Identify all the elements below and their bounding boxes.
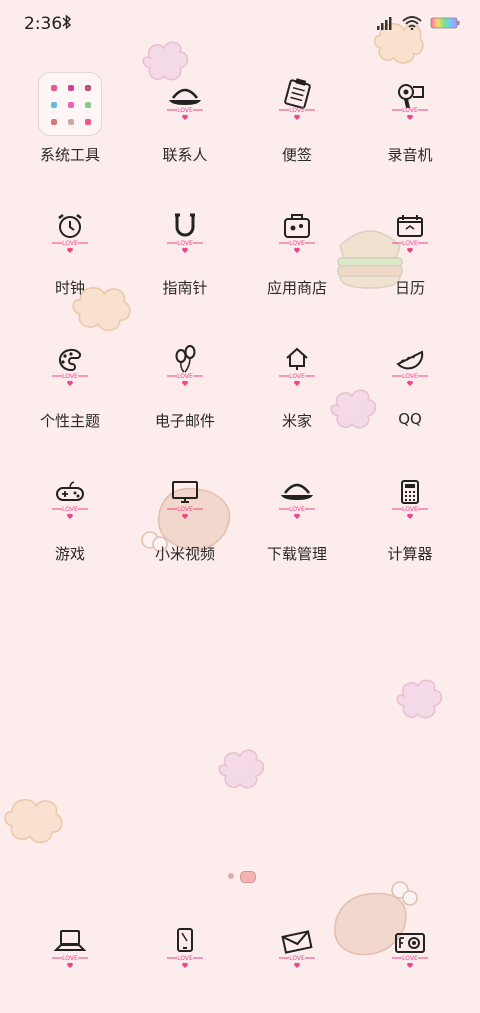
app-mijia[interactable]: LOVE 米家 xyxy=(237,338,357,448)
magnet-icon: LOVE xyxy=(167,213,203,253)
page-indicator[interactable] xyxy=(0,870,480,883)
app-recorder[interactable]: LOVE 录音机 xyxy=(350,72,470,182)
watermelon-icon: LOVE xyxy=(392,350,428,386)
app-email[interactable]: LOVE 电子邮件 xyxy=(125,338,245,448)
love-badge: LOVE xyxy=(177,955,193,962)
love-badge: LOVE xyxy=(289,373,305,380)
love-badge: LOVE xyxy=(177,373,193,380)
app-label: 便签 xyxy=(281,146,312,164)
bluetooth-icon xyxy=(62,14,72,30)
app-contacts[interactable]: LOVE 联系人 xyxy=(125,72,245,182)
app-label: 联系人 xyxy=(162,146,208,164)
app-calendar[interactable]: LOVE 日历 xyxy=(350,205,470,315)
app-label: 米家 xyxy=(281,412,312,430)
app-label: 个性主题 xyxy=(39,412,100,430)
status-time: 2:36 xyxy=(24,14,63,34)
gamepad-icon: LOVE xyxy=(52,481,88,519)
love-badge: LOVE xyxy=(177,107,193,114)
camera-icon: LOVE xyxy=(392,933,428,968)
app-mi-video[interactable]: LOVE 小米视频 xyxy=(125,471,245,581)
app-label: QQ xyxy=(398,410,422,428)
dock-app-messages[interactable]: LOVE xyxy=(237,924,357,984)
app-label: 指南针 xyxy=(162,279,208,297)
balloons-icon: LOVE xyxy=(167,345,203,386)
love-badge: LOVE xyxy=(62,373,78,380)
app-label: 小米视频 xyxy=(154,545,215,563)
app-label: 系统工具 xyxy=(39,146,100,164)
love-badge: LOVE xyxy=(177,240,193,247)
app-label: 电子邮件 xyxy=(154,412,215,430)
signal-icon xyxy=(377,17,392,30)
app-label: 录音机 xyxy=(387,146,433,164)
page-dot-current[interactable] xyxy=(240,871,256,883)
app-notes[interactable]: LOVE 便签 xyxy=(237,72,357,182)
app-calculator[interactable]: LOVE 计算器 xyxy=(350,471,470,581)
dock-app-laptop[interactable]: LOVE xyxy=(10,924,130,984)
alarm-clock-icon: LOVE xyxy=(52,214,88,253)
app-label: 日历 xyxy=(394,279,425,297)
love-badge: LOVE xyxy=(402,506,418,513)
app-clock[interactable]: LOVE 时钟 xyxy=(10,205,130,315)
app-system-tools[interactable]: 系统工具 xyxy=(10,72,130,182)
dock: LOVE LOVE LOVE LOVE xyxy=(0,924,480,984)
laptop-icon: LOVE xyxy=(52,930,88,968)
dock-app-camera[interactable]: LOVE xyxy=(350,924,470,984)
love-badge: LOVE xyxy=(402,107,418,114)
app-store[interactable]: LOVE 应用商店 xyxy=(237,205,357,315)
monitor-icon: LOVE xyxy=(167,481,203,519)
wifi-icon xyxy=(402,16,422,30)
love-badge: LOVE xyxy=(62,240,78,247)
app-compass[interactable]: LOVE 指南针 xyxy=(125,205,245,315)
love-badge: LOVE xyxy=(62,506,78,513)
hairdryer-icon: LOVE xyxy=(392,84,428,120)
app-label: 计算器 xyxy=(387,545,433,563)
envelope-icon: LOVE xyxy=(279,930,315,968)
app-label: 下载管理 xyxy=(266,545,327,563)
app-downloads[interactable]: LOVE 下载管理 xyxy=(237,471,357,581)
app-label: 游戏 xyxy=(54,545,85,563)
love-badge: LOVE xyxy=(402,240,418,247)
love-badge: LOVE xyxy=(289,506,305,513)
page-dot[interactable] xyxy=(228,873,234,879)
phone-icon: LOVE xyxy=(167,928,203,968)
app-games[interactable]: LOVE 游戏 xyxy=(10,471,130,581)
app-qq[interactable]: LOVE QQ xyxy=(350,338,470,448)
hat-icon: LOVE xyxy=(279,483,315,519)
folder-icon xyxy=(38,72,102,136)
battery-icon xyxy=(430,17,460,29)
calculator-icon: LOVE xyxy=(392,480,428,519)
hat-icon: LOVE xyxy=(167,88,203,120)
app-label: 时钟 xyxy=(54,279,85,297)
love-badge: LOVE xyxy=(402,955,418,962)
status-bar: 2:36 xyxy=(0,0,480,52)
palette-icon: LOVE xyxy=(52,348,88,386)
suitcase-icon: LOVE xyxy=(279,214,315,253)
notepad-icon: LOVE xyxy=(279,78,315,120)
love-badge: LOVE xyxy=(62,955,78,962)
love-badge: LOVE xyxy=(177,506,193,513)
love-badge: LOVE xyxy=(289,240,305,247)
app-label: 应用商店 xyxy=(266,279,327,297)
dock-app-phone[interactable]: LOVE xyxy=(125,924,245,984)
love-badge: LOVE xyxy=(289,955,305,962)
love-badge: LOVE xyxy=(289,107,305,114)
calendar-icon: LOVE xyxy=(392,215,428,253)
love-badge: LOVE xyxy=(402,373,418,380)
house-icon: LOVE xyxy=(279,347,315,386)
app-themes[interactable]: LOVE 个性主题 xyxy=(10,338,130,448)
